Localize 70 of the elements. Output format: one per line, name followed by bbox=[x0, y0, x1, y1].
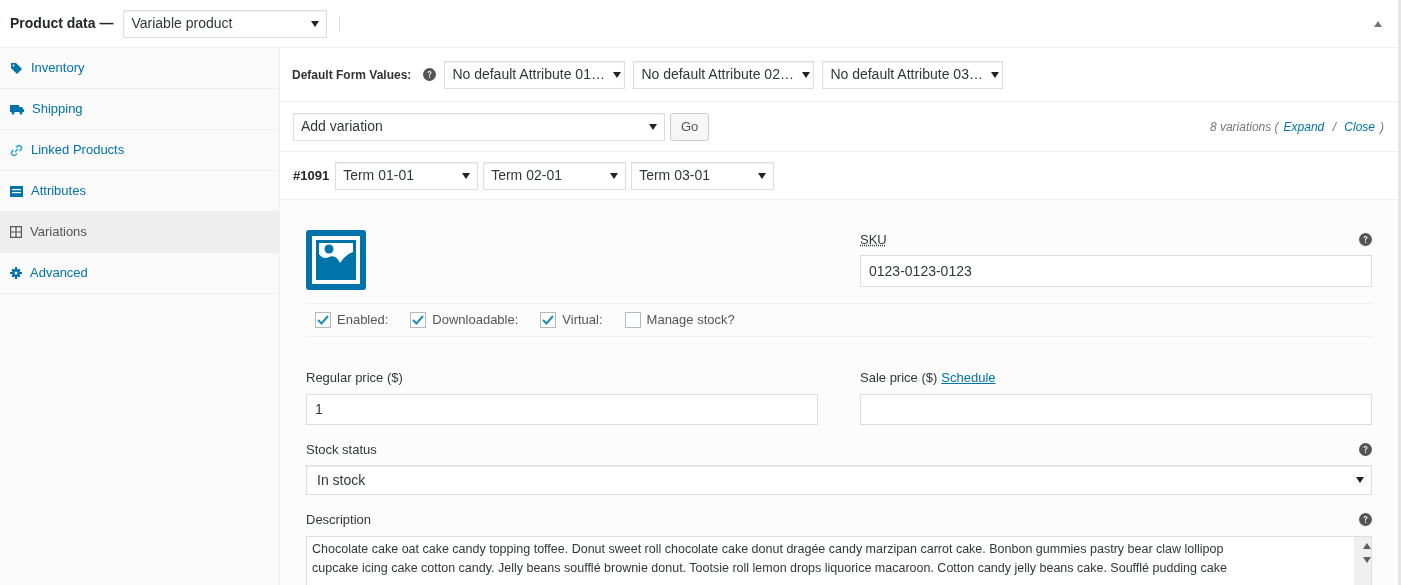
variation-id: #1091 bbox=[293, 166, 330, 185]
gear-icon bbox=[10, 267, 22, 279]
checkbox-label: Downloadable: bbox=[432, 311, 519, 330]
field-label: Sale price ($) bbox=[860, 369, 938, 387]
scroll-up-icon bbox=[1362, 542, 1371, 549]
checkbox-label: Virtual: bbox=[562, 311, 603, 330]
sidebar-tab[interactable]: Shipping bbox=[0, 89, 279, 130]
term-dropdown[interactable]: Term 02-01 bbox=[483, 161, 627, 190]
collapse-icon bbox=[1374, 20, 1382, 27]
term-dropdown[interactable]: Term 01-01 bbox=[335, 161, 479, 190]
attribute-dropdown[interactable]: No default Attribute 01… bbox=[444, 60, 626, 89]
tag-icon bbox=[10, 61, 23, 75]
checkbox[interactable] bbox=[315, 312, 331, 328]
field-label: Default Form Values: bbox=[292, 66, 412, 84]
stock-status-dropdown[interactable]: In stock bbox=[306, 465, 1372, 495]
go-button[interactable]: Go bbox=[670, 112, 710, 141]
field-label: Regular price ($) bbox=[306, 369, 404, 387]
variation-count: 8 variations ( bbox=[1209, 118, 1279, 136]
sidebar-tab[interactable]: Inventory bbox=[0, 48, 279, 89]
regular-price-field[interactable]: 1 bbox=[306, 393, 818, 425]
link-icon bbox=[10, 143, 23, 157]
attribute-dropdown[interactable]: No default Attribute 02… bbox=[633, 60, 815, 89]
caret-icon bbox=[1356, 477, 1364, 483]
sidebar-tab[interactable]: Linked Products bbox=[0, 130, 279, 171]
scroll-down-icon bbox=[1362, 556, 1371, 563]
caret-icon bbox=[311, 20, 320, 27]
close-link[interactable]: Close bbox=[1344, 117, 1375, 136]
checkbox[interactable] bbox=[410, 312, 427, 328]
help-icon[interactable] bbox=[423, 68, 437, 81]
checkbox-label: Manage stock? bbox=[646, 311, 735, 330]
checkbox[interactable] bbox=[624, 312, 641, 328]
sidebar-tab[interactable]: Variations bbox=[0, 212, 279, 253]
field-label: SKU bbox=[860, 231, 887, 249]
help-icon[interactable] bbox=[1359, 513, 1372, 527]
description-text: Chocolate cake oat cake candy topping toffee. Donut sweet roll chocolate cake donut dragée candy marzipan carrot cake. Bonbon gummies pastry bear claw lollipop bbox=[312, 540, 1225, 558]
caret-icon bbox=[649, 123, 657, 130]
list-icon bbox=[10, 185, 23, 197]
sku-field[interactable]: 0123-0123-0123 bbox=[860, 254, 1372, 287]
description-text: cupcake icing cake cotton candy. Jelly beans soufflé brownie donut. Tootsie roll lemon drops liquorice macaroon. Cotton candy jelly beans cake. Soufflé pudding cake bbox=[312, 559, 1228, 577]
scrollbar[interactable] bbox=[1354, 536, 1371, 585]
caret-icon bbox=[801, 71, 810, 78]
image-placeholder-icon[interactable] bbox=[306, 230, 366, 290]
attribute-dropdown[interactable]: No default Attribute 03… bbox=[822, 60, 1004, 89]
description-field[interactable] bbox=[306, 535, 1372, 585]
term-dropdown[interactable]: Term 03-01 bbox=[631, 161, 775, 190]
checkbox-label: Enabled: bbox=[337, 311, 389, 330]
caret-icon bbox=[990, 71, 999, 78]
help-icon[interactable] bbox=[1359, 442, 1372, 456]
truck-icon bbox=[10, 103, 24, 115]
sidebar-tab[interactable]: Advanced bbox=[0, 253, 279, 294]
caret-icon bbox=[610, 172, 619, 179]
help-icon[interactable] bbox=[1359, 233, 1372, 247]
caret-icon bbox=[612, 71, 621, 78]
schedule-link[interactable]: Schedule bbox=[941, 368, 996, 388]
expand-link[interactable]: Expand bbox=[1283, 117, 1325, 136]
check-icon bbox=[412, 315, 425, 325]
check-icon bbox=[317, 315, 329, 325]
bulk-action-dropdown[interactable]: Add variation bbox=[293, 112, 665, 141]
grid-icon bbox=[10, 226, 22, 238]
section-title: Product data — bbox=[10, 14, 114, 33]
caret-icon bbox=[462, 172, 471, 179]
separator-text: / bbox=[1331, 118, 1338, 136]
sale-price-field[interactable] bbox=[860, 393, 1372, 425]
paren-text: ) bbox=[1380, 118, 1384, 136]
checkbox[interactable] bbox=[540, 312, 557, 328]
caret-icon bbox=[758, 172, 767, 179]
product-type-dropdown[interactable]: Variable product bbox=[123, 9, 328, 38]
field-label: Stock status bbox=[306, 440, 377, 459]
field-label: Description bbox=[306, 511, 372, 529]
check-icon bbox=[542, 315, 555, 325]
